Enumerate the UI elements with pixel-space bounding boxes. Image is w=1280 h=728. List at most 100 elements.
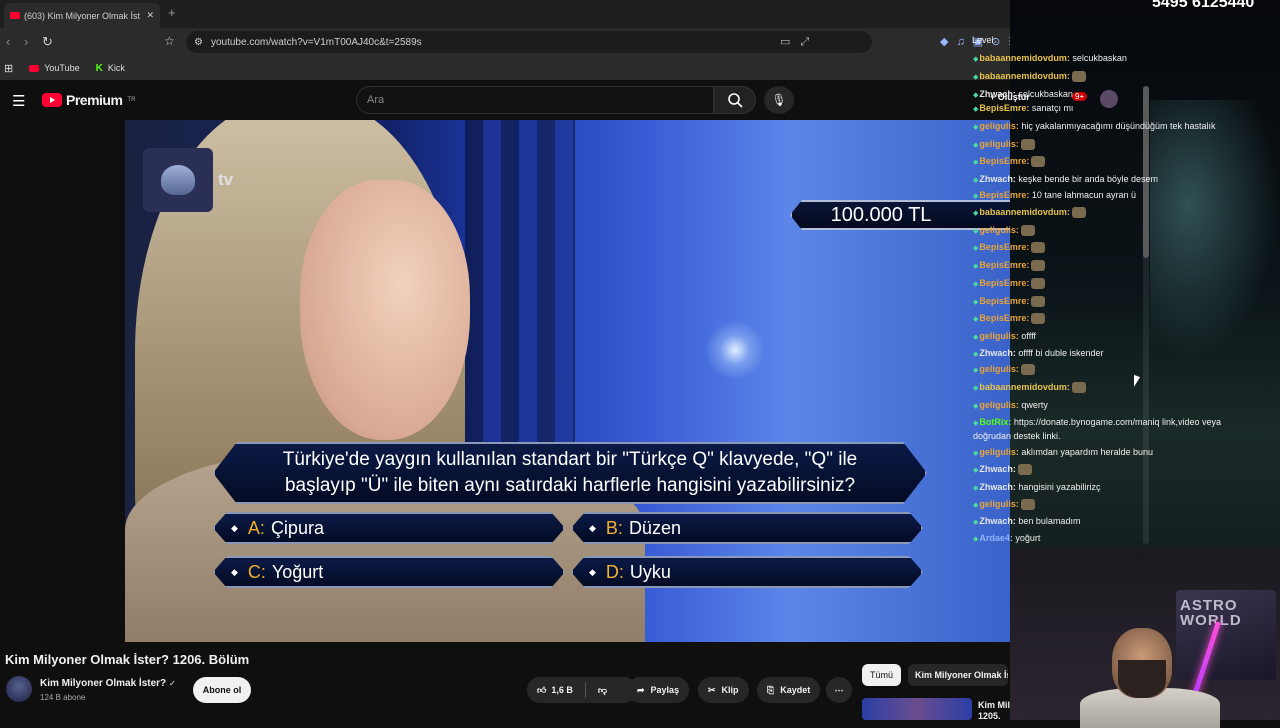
chat-badge-icon: ◆ [973,334,979,341]
dislike-button[interactable]: 👎︎ [598,685,607,696]
chat-badge-icon: ◆ [973,367,979,374]
chat-username[interactable]: BepisEmre: [979,296,1029,306]
chat-username[interactable]: geligulis: [979,499,1019,509]
chat-username[interactable]: Zhwach: [979,464,1016,474]
chat-badge-icon: ◆ [973,245,979,252]
chat-message: ◆BepisEmre: [973,155,1258,169]
chat-message: ◆geligulis: [973,498,1258,512]
search-icon [728,93,743,108]
chat-username[interactable]: BepisEmre: [979,156,1029,166]
chat-username[interactable]: babaannemidovdum: [979,53,1070,63]
question-text: Türkiye'de yaygın kullanılan standart bi… [282,449,858,496]
back-icon[interactable]: ‹ [6,34,10,49]
mouse-cursor-icon [1134,374,1140,390]
browser-tab[interactable]: (603) Kim Milyoner Olmak İst ✕ [4,3,160,28]
clip-button[interactable]: ✂ Klip [698,677,749,703]
chat-username[interactable]: Zhwach: [979,482,1016,492]
channel-watermark-text: tv [218,170,234,189]
close-tab-icon[interactable]: ✕ [146,10,154,21]
chat-username[interactable]: BepisEmre: [979,190,1029,200]
bookmark-youtube[interactable]: YouTube [29,63,80,73]
search-button[interactable] [714,86,756,114]
channel-avatar[interactable] [6,676,32,702]
chip-all[interactable]: Tümü [862,664,902,686]
chat-message: ◆Zhwach: ben bulamadım [973,515,1258,529]
chat-emote-icon [1020,499,1035,511]
chat-username[interactable]: BepisEmre: [979,260,1029,270]
chat-username[interactable]: BepisEmre: [979,313,1029,323]
chat-message: ◆Ardae4: yoğurt [973,532,1258,546]
chat-username[interactable]: babaannemidovdum: [979,207,1070,217]
chat-message: ◆BepisEmre: [973,259,1258,273]
chat-username[interactable]: BepisEmre: [979,103,1029,113]
chat-text: sanatçı mı [1029,103,1074,113]
chat-message: ◆geligulis: hiç yakalanmıyacağımı düşünd… [973,120,1258,134]
chat-username[interactable]: geligulis: [979,400,1019,410]
address-bar-actions[interactable]: ▭⤢ [780,35,819,49]
chat-username[interactable]: Zhwach: [979,516,1016,526]
save-button[interactable]: ⎘ Kaydet [757,677,821,703]
chat-username[interactable]: Zhwach: [979,89,1016,99]
chat-username[interactable]: geligulis: [979,121,1019,131]
chat-text: https://donate.bynogame.com/maniq link,v… [973,417,1222,441]
search-input[interactable]: Ara [356,86,714,114]
reload-icon[interactable]: ↻ [42,34,53,50]
chat-message: ◆geligulis: qwerty [973,399,1258,413]
apps-grid-icon[interactable]: ⊞ [4,62,13,75]
chat-message: ◆Zhwach: [973,463,1258,477]
chat-username[interactable]: geligulis: [979,447,1019,457]
share-button[interactable]: ➦ Paylaş [627,677,690,703]
scissors-icon: ✂ [708,684,716,695]
address-bar[interactable]: ⚙ youtube.com/watch?v=V1mT00AJ40c&t=2589… [186,31,872,53]
chat-text: 10 tane lahmacun ayran ü [1029,190,1136,200]
chat-message: ◆BepisEmre: [973,241,1258,255]
subscriber-count: 124 B abone [40,693,86,702]
bookmark-star-icon[interactable]: ☆ [164,34,175,48]
chat-emote-icon [1071,71,1086,83]
more-actions-button[interactable]: ⋯ [826,677,852,703]
chat-username[interactable]: geligulis: [979,364,1019,374]
like-count: 1,6 B [551,685,573,695]
thumbs-down-icon: 👎︎ [597,684,608,695]
poster-text: ASTRO WORLD [1180,597,1242,629]
chat-username[interactable]: Ardae4: [979,533,1013,543]
answer-d: ◆ D: Uyku [571,556,923,588]
chat-badge-icon: ◆ [973,316,979,323]
chip-channel[interactable]: Kim Milyoner Olmak İster [908,664,1008,686]
subscribe-button[interactable]: Abone ol [193,677,251,703]
chat-username[interactable]: BepisEmre: [979,242,1029,252]
chat-message: ◆Zhwach: keşke bende bir anda böyle dese… [973,173,1258,187]
chat-username[interactable]: babaannemidovdum: [979,382,1070,392]
chat-username[interactable]: Zhwach: [979,174,1016,184]
video-player[interactable]: tv 100.000 TL Türkiye'de yaygın kullanıl… [125,120,1010,642]
chat-message: ◆babaannemidovdum: [973,381,1258,395]
channel-name[interactable]: Kim Milyoner Olmak İster? ✓ [40,678,176,689]
chat-username[interactable]: babaannemidovdum: [979,71,1070,81]
chat-message: ◆geligulis: [973,138,1258,152]
site-info-icon[interactable]: ⚙ [194,37,203,48]
chat-text: selcukbaskan [1069,53,1127,63]
youtube-logo[interactable]: Premium TR [42,92,135,108]
recommended-thumbnail[interactable] [862,698,972,720]
chat-message: ◆BotRix: https://donate.bynogame.com/man… [973,416,1253,442]
menu-icon[interactable]: ☰ [12,92,25,110]
chat-badge-icon: ◆ [973,519,979,526]
recommended-title[interactable]: Kim Mil 1205. [978,700,1010,722]
kick-icon: K [95,62,103,74]
new-tab-icon[interactable]: + [168,5,176,20]
youtube-favicon-icon [10,12,20,19]
voice-search-button[interactable]: 🎙 [764,86,794,114]
forward-icon[interactable]: › [24,34,28,49]
chat-username[interactable]: geligulis: [979,331,1019,341]
chat-badge-icon: ◆ [973,210,979,217]
chat-username[interactable]: Zhwach: [979,348,1016,358]
chat-emote-icon [1071,207,1086,219]
chat-username[interactable]: geligulis: [979,225,1019,235]
chat-username[interactable]: BepisEmre: [979,278,1029,288]
bookmark-kick[interactable]: K Kick [96,63,125,74]
chat-username[interactable]: geligulis: [979,139,1019,149]
chat-badge-icon: ◆ [973,403,979,410]
chat-badge-icon: ◆ [973,92,979,99]
like-button[interactable]: 👍︎ 1,6 B [537,685,573,696]
chat-username[interactable]: BotRix: [979,417,1011,427]
